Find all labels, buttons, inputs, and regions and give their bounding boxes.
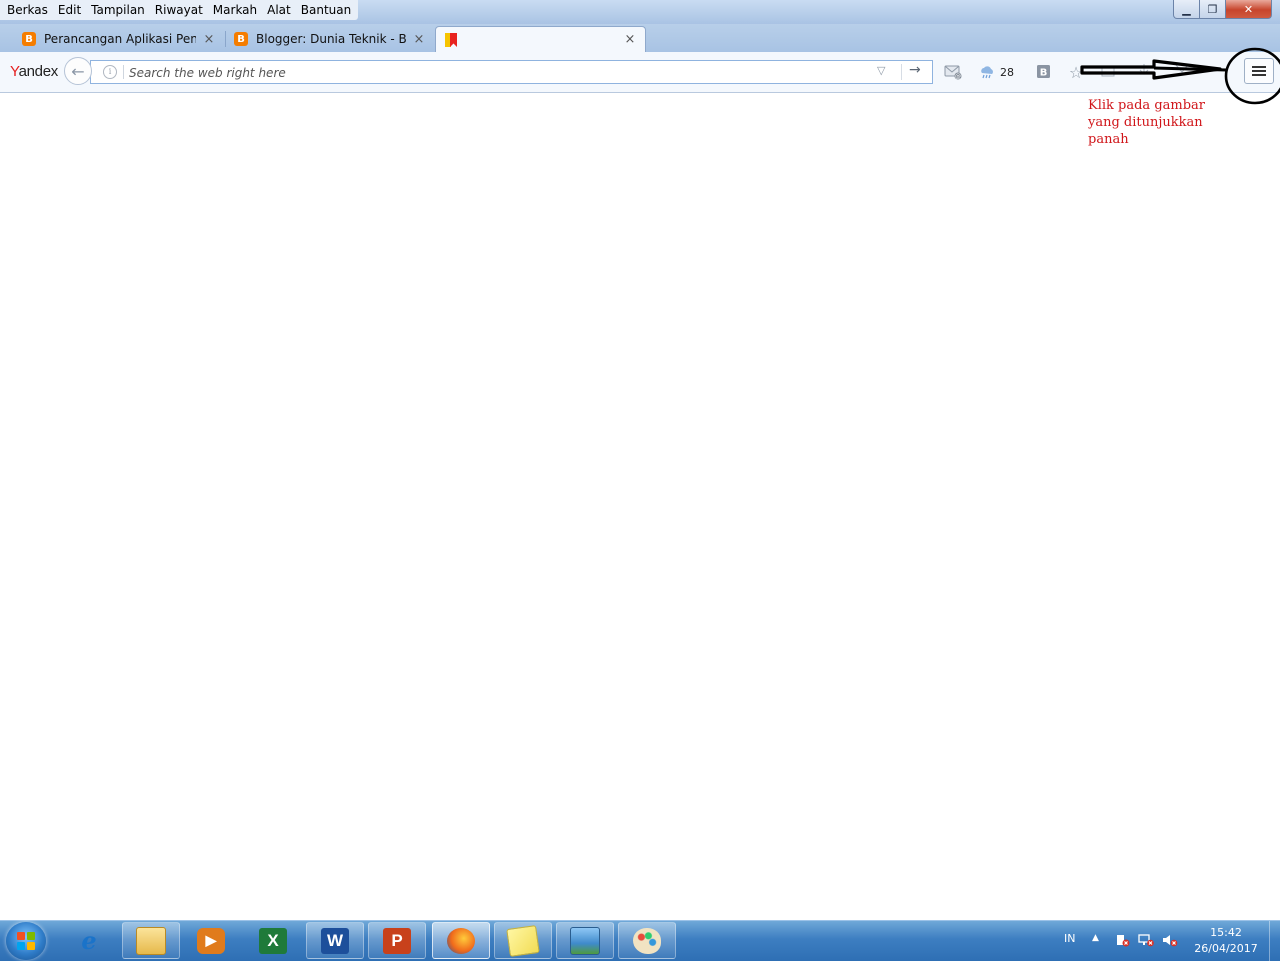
window-controls: ▁ ❐ ✕ xyxy=(1173,0,1272,19)
start-button[interactable] xyxy=(6,922,46,960)
paint-palette-icon xyxy=(633,927,661,954)
network-icon[interactable] xyxy=(1138,933,1154,947)
blogger-icon: B xyxy=(22,32,36,46)
close-window-button[interactable]: ✕ xyxy=(1226,0,1272,19)
menu-berkas[interactable]: Berkas xyxy=(2,0,53,20)
media-player-icon: ▶ xyxy=(197,927,225,954)
taskbar-internet-explorer[interactable]: e xyxy=(60,922,118,959)
weather-icon[interactable] xyxy=(978,64,996,80)
search-input[interactable] xyxy=(127,62,871,84)
yandex-flag-icon xyxy=(444,32,458,48)
weather-temperature[interactable]: 28 xyxy=(1000,66,1014,79)
svg-text:@: @ xyxy=(955,73,961,80)
history-dropdown-icon[interactable]: ▽ xyxy=(877,64,885,77)
clock-time: 15:42 xyxy=(1210,926,1242,939)
menu-alat[interactable]: Alat xyxy=(262,0,296,20)
taskbar-sticky-notes[interactable] xyxy=(494,922,552,959)
tab-close-button[interactable]: × xyxy=(412,32,426,47)
annotation-line: yang ditunjukkan xyxy=(1088,115,1203,130)
photo-viewer-icon xyxy=(570,926,600,955)
back-button[interactable]: ← xyxy=(64,57,92,85)
taskbar-windows-explorer[interactable] xyxy=(122,922,180,959)
clock-date: 26/04/2017 xyxy=(1194,942,1258,955)
yandex-logo-rest: andex xyxy=(18,63,59,80)
annotation-arrow-and-circle xyxy=(1080,47,1280,105)
minimize-button[interactable]: ▁ xyxy=(1173,0,1200,19)
language-indicator[interactable]: IN xyxy=(1064,932,1075,945)
taskbar-photo-viewer[interactable] xyxy=(556,922,614,959)
yandex-logo[interactable]: Yandex xyxy=(10,63,58,80)
internet-explorer-icon: e xyxy=(81,926,97,955)
url-bar[interactable]: i ▽ → xyxy=(90,60,933,84)
menu-tampilan[interactable]: Tampilan xyxy=(86,0,150,20)
menu-bantuan[interactable]: Bantuan xyxy=(296,0,356,20)
excel-icon: X xyxy=(259,927,287,954)
yandex-bar-icon[interactable]: B xyxy=(1035,64,1053,80)
menu-bar: Berkas Edit Tampilan Riwayat Markah Alat… xyxy=(0,0,359,20)
go-arrow-icon[interactable]: → xyxy=(909,62,921,78)
tab-close-button[interactable]: × xyxy=(623,32,637,47)
menu-edit[interactable]: Edit xyxy=(53,0,86,20)
go-divider xyxy=(901,64,902,80)
show-desktop-button[interactable] xyxy=(1269,921,1280,961)
menu-markah[interactable]: Markah xyxy=(208,0,262,20)
action-center-icon[interactable] xyxy=(1114,933,1130,947)
tab-close-button[interactable]: × xyxy=(202,32,216,47)
title-bar: Berkas Edit Tampilan Riwayat Markah Alat… xyxy=(0,0,1280,24)
annotation-line: panah xyxy=(1088,132,1129,147)
word-icon: W xyxy=(321,927,349,954)
firefox-icon xyxy=(447,927,475,954)
volume-muted-icon[interactable] xyxy=(1162,933,1178,947)
taskbar-word[interactable]: W xyxy=(306,922,364,959)
yandex-logo-initial: Y xyxy=(10,63,19,80)
sticky-notes-icon xyxy=(506,924,540,957)
system-clock[interactable]: 15:42 26/04/2017 xyxy=(1190,925,1262,957)
taskbar-media-player[interactable]: ▶ xyxy=(182,922,240,959)
tab-blogger[interactable]: B Blogger: Dunia Teknik - Bu... × xyxy=(226,26,434,52)
mail-icon[interactable]: @ xyxy=(944,64,962,80)
url-divider xyxy=(123,65,124,79)
taskbar: e ▶ X W P IN ▲ 15:42 26/04/2017 xyxy=(0,920,1280,961)
folder-icon xyxy=(136,926,166,955)
maximize-button[interactable]: ❐ xyxy=(1200,0,1226,19)
taskbar-excel[interactable]: X xyxy=(244,922,302,959)
powerpoint-icon: P xyxy=(383,927,411,954)
back-arrow-icon: ← xyxy=(71,61,85,81)
taskbar-powerpoint[interactable]: P xyxy=(368,922,426,959)
tab-perancangan[interactable]: B Perancangan Aplikasi Peng... × xyxy=(14,26,224,52)
info-icon[interactable]: i xyxy=(103,65,117,79)
menu-riwayat[interactable]: Riwayat xyxy=(150,0,208,20)
tab-label: Perancangan Aplikasi Peng... xyxy=(44,32,196,46)
taskbar-paint[interactable] xyxy=(618,922,676,959)
taskbar-firefox[interactable] xyxy=(432,922,490,959)
tab-label: Blogger: Dunia Teknik - Bu... xyxy=(256,32,406,46)
svg-text:B: B xyxy=(1040,68,1048,79)
tab-active-yandex[interactable]: × xyxy=(435,26,646,52)
show-hidden-icons-button[interactable]: ▲ xyxy=(1092,933,1099,943)
blogger-icon: B xyxy=(234,32,248,46)
